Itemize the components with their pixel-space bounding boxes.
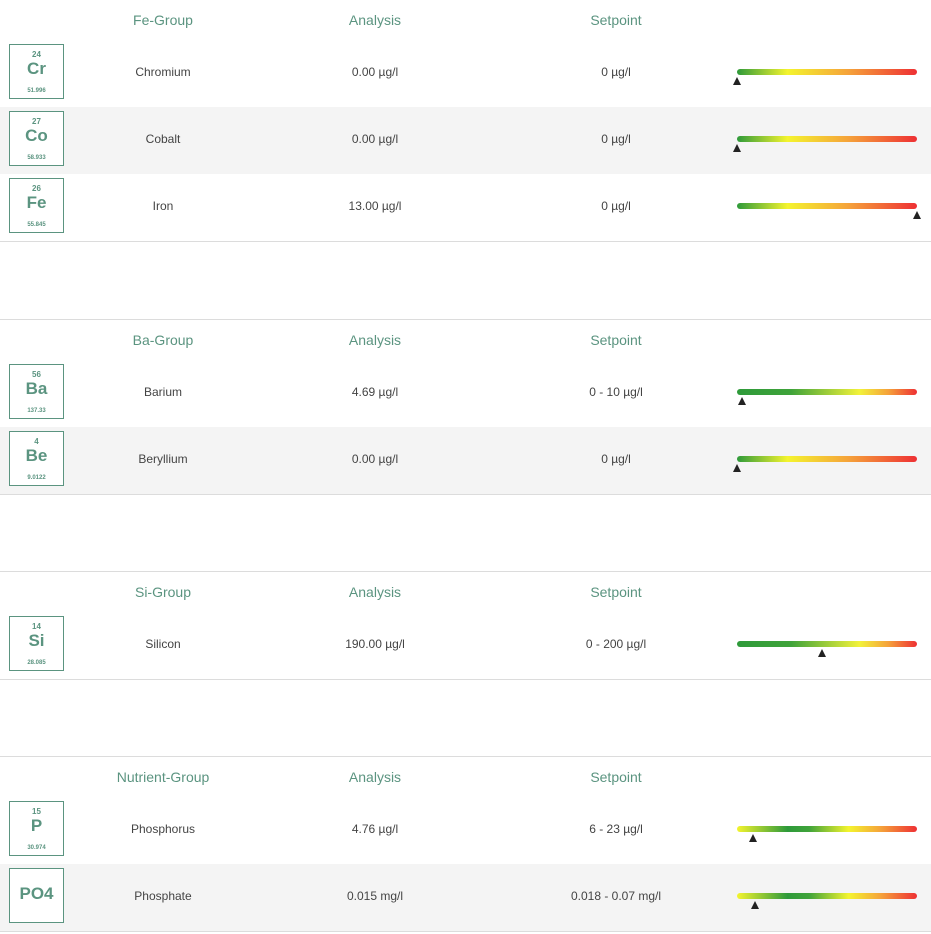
atomic-mass: 51.996 xyxy=(27,88,46,94)
atomic-mass: 58.933 xyxy=(27,155,46,161)
level-bar xyxy=(737,826,917,832)
element-tile: 4 Be 9.0122 xyxy=(9,431,64,486)
element-symbol: P xyxy=(30,816,43,835)
atomic-mass: 28.085 xyxy=(27,660,46,666)
element-tile: 56 Ba 137.33 xyxy=(9,364,64,419)
analysis-value: 0.00 µg/l xyxy=(351,132,399,146)
si-group-panel: Si-Group Analysis Setpoint 14 Si 28.085 … xyxy=(0,571,931,680)
element-name: Cobalt xyxy=(145,132,181,146)
setpoint-header: Setpoint xyxy=(590,12,642,28)
level-marker xyxy=(733,144,741,152)
table-row-iron: 26 Fe 55.845 Iron 13.00 µg/l 0 µg/l xyxy=(0,174,931,241)
fe-group-panel: Fe-Group Analysis Setpoint 24 Cr 51.996 … xyxy=(0,0,931,242)
analysis-value: 4.69 µg/l xyxy=(351,385,399,399)
atomic-number: 56 xyxy=(32,370,41,379)
analysis-header: Analysis xyxy=(348,584,402,600)
setpoint-header: Setpoint xyxy=(590,332,642,348)
atomic-mass: 137.33 xyxy=(27,408,46,414)
element-symbol: Si xyxy=(28,631,45,650)
table-row-cobalt: 27 Co 58.933 Cobalt 0.00 µg/l 0 µg/l xyxy=(0,107,931,174)
group-header: Si-Group Analysis Setpoint xyxy=(0,572,931,612)
element-symbol: Be xyxy=(25,446,48,465)
table-row-beryllium: 4 Be 9.0122 Beryllium 0.00 µg/l 0 µg/l xyxy=(0,427,931,494)
element-tile: 26 Fe 55.845 xyxy=(9,178,64,233)
element-name: Phosphate xyxy=(134,889,192,903)
element-name: Chromium xyxy=(135,65,191,79)
table-row-barium: 56 Ba 137.33 Barium 4.69 µg/l 0 - 10 µg/… xyxy=(0,360,931,427)
setpoint-value: 0 µg/l xyxy=(601,132,631,146)
element-symbol: Cr xyxy=(27,59,46,78)
setpoint-header: Setpoint xyxy=(590,769,642,785)
table-row-chromium: 24 Cr 51.996 Chromium 0.00 µg/l 0 µg/l xyxy=(0,40,931,107)
analysis-value: 190.00 µg/l xyxy=(345,637,405,651)
setpoint-value: 0 - 10 µg/l xyxy=(589,385,643,399)
table-row-phosphate: PO4 Phosphate 0.015 mg/l 0.018 - 0.07 mg… xyxy=(0,864,931,931)
atomic-number: 15 xyxy=(32,807,41,816)
level-bar xyxy=(737,456,917,462)
setpoint-value: 0 µg/l xyxy=(601,199,631,213)
setpoint-value: 0 µg/l xyxy=(601,452,631,466)
group-header: Fe-Group Analysis Setpoint xyxy=(0,0,931,40)
element-name: Phosphorus xyxy=(130,822,196,836)
atomic-mass: 55.845 xyxy=(27,222,46,228)
element-symbol: Fe xyxy=(26,193,47,212)
element-name: Silicon xyxy=(145,637,181,651)
level-bar xyxy=(737,69,917,75)
setpoint-value: 0.018 - 0.07 mg/l xyxy=(570,889,662,903)
element-symbol: Ba xyxy=(25,379,48,398)
level-marker xyxy=(751,901,759,909)
group-header: Ba-Group Analysis Setpoint xyxy=(0,320,931,360)
element-tile: 24 Cr 51.996 xyxy=(9,44,64,99)
level-bar xyxy=(737,641,917,647)
table-row-silicon: 14 Si 28.085 Silicon 190.00 µg/l 0 - 200… xyxy=(0,612,931,679)
group-title: Ba-Group xyxy=(132,332,194,348)
atomic-mass: 30.974 xyxy=(27,845,46,851)
level-marker xyxy=(913,211,921,219)
setpoint-value: 0 - 200 µg/l xyxy=(585,637,647,651)
analysis-header: Analysis xyxy=(348,332,402,348)
atomic-number: 27 xyxy=(32,117,41,126)
atomic-mass: 9.0122 xyxy=(27,475,46,481)
level-bar xyxy=(737,136,917,142)
level-bar xyxy=(737,389,917,395)
setpoint-value: 0 µg/l xyxy=(601,65,631,79)
analysis-header: Analysis xyxy=(348,769,402,785)
setpoint-value: 6 - 23 µg/l xyxy=(589,822,643,836)
element-tile: 27 Co 58.933 xyxy=(9,111,64,166)
element-tile: PO4 xyxy=(9,868,64,923)
level-marker xyxy=(749,834,758,842)
element-symbol: PO4 xyxy=(19,884,54,903)
nutrient-group-panel: Nutrient-Group Analysis Setpoint 15 P 30… xyxy=(0,756,931,932)
analysis-header: Analysis xyxy=(348,12,402,28)
analysis-value: 0.015 mg/l xyxy=(346,889,404,903)
group-title: Nutrient-Group xyxy=(116,769,210,785)
analysis-value: 13.00 µg/l xyxy=(348,199,402,213)
level-marker xyxy=(738,397,747,405)
atomic-number: 26 xyxy=(32,184,41,193)
level-marker xyxy=(733,464,741,472)
atomic-number: 4 xyxy=(34,437,39,446)
element-tile: 15 P 30.974 xyxy=(9,801,64,856)
atomic-number: 14 xyxy=(32,622,41,631)
element-name: Beryllium xyxy=(138,452,188,466)
element-tile: 14 Si 28.085 xyxy=(9,616,64,671)
analysis-value: 4.76 µg/l xyxy=(351,822,399,836)
level-marker xyxy=(817,649,826,657)
group-title: Fe-Group xyxy=(133,12,193,28)
group-title: Si-Group xyxy=(134,584,192,600)
analysis-value: 0.00 µg/l xyxy=(351,452,399,466)
level-bar xyxy=(737,203,917,209)
analysis-value: 0.00 µg/l xyxy=(351,65,399,79)
setpoint-header: Setpoint xyxy=(590,584,642,600)
level-marker xyxy=(733,77,741,85)
ba-group-panel: Ba-Group Analysis Setpoint 56 Ba 137.33 … xyxy=(0,319,931,495)
table-row-phosphorus: 15 P 30.974 Phosphorus 4.76 µg/l 6 - 23 … xyxy=(0,797,931,864)
element-symbol: Co xyxy=(25,126,48,145)
level-bar xyxy=(737,893,917,899)
element-name: Barium xyxy=(143,385,182,399)
atomic-number: 24 xyxy=(32,50,41,59)
element-name: Iron xyxy=(152,199,174,213)
group-header: Nutrient-Group Analysis Setpoint xyxy=(0,757,931,797)
